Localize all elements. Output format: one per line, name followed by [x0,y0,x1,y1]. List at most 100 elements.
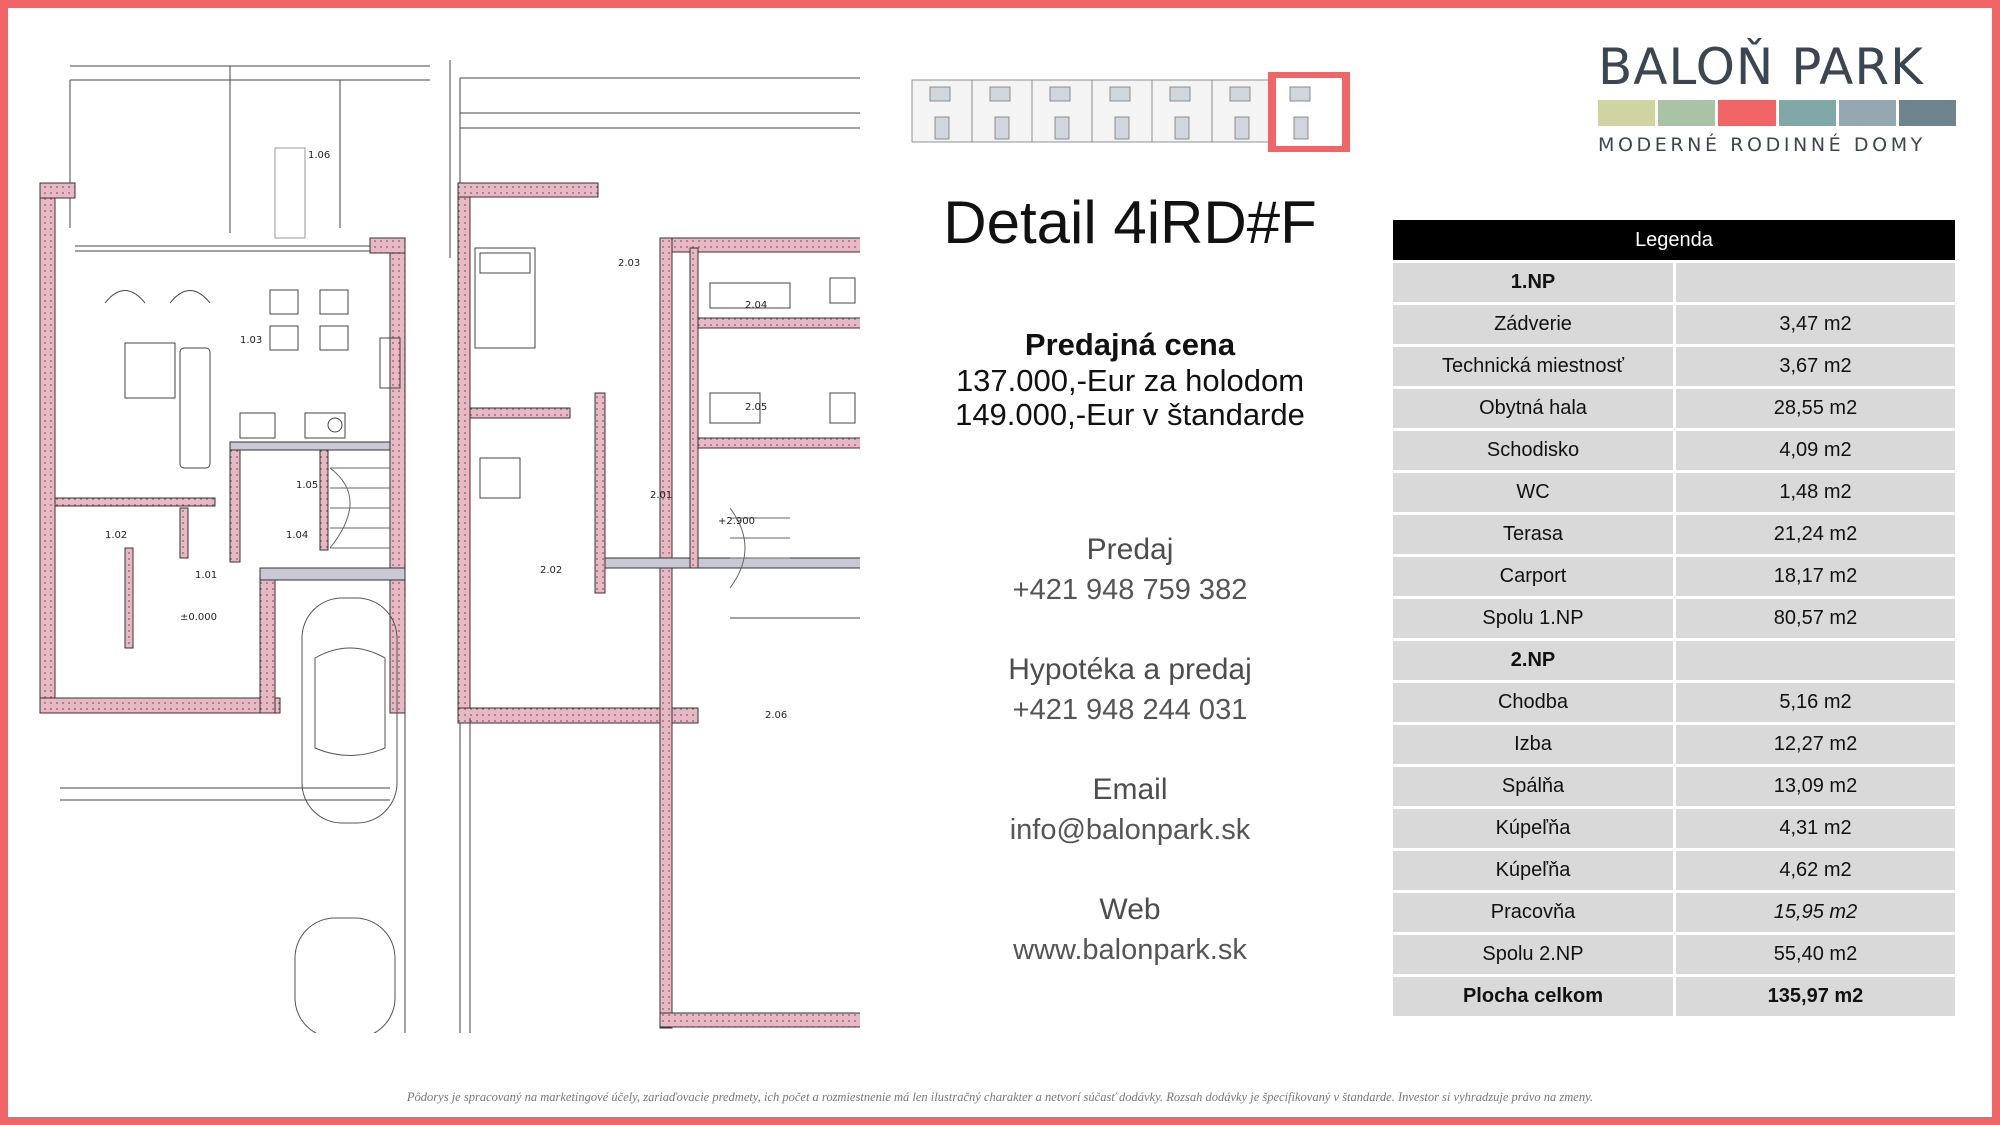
room-name: WC [1393,473,1676,512]
legend-row: Spolu 2.NP 55,40 m2 [1393,935,1955,974]
logo-bar-segment [1838,100,1896,126]
legend-row: Technická miestnosť 3,67 m2 [1393,347,1955,386]
room-area: 5,16 m2 [1676,683,1955,722]
house-row-elevation [910,72,1350,152]
room-area [1676,641,1955,680]
floor-plan-drawing: 1.06 1.03 1.05 1.04 1.02 1.01 ±0.000 2.0… [39,60,860,1033]
contact-mortgage: Hypotéka a predaj +421 948 244 031 [880,650,1380,730]
area-legend: Legenda 1.NP Zádverie 3,47 m2 Technická mie… [1393,217,1955,1019]
room-label-2-01: 2.01 [650,490,672,501]
legend-row: Chodba 5,16 m2 [1393,683,1955,722]
room-label-1-03: 1.03 [240,335,262,346]
level-label-upper: +2.900 [718,516,755,527]
room-area: 21,24 m2 [1676,515,1955,554]
room-label-1-06: 1.06 [308,150,330,161]
room-area: 12,27 m2 [1676,725,1955,764]
room-label-1-05: 1.05 [296,480,318,491]
contact-label: Hypotéka a predaj [1008,653,1252,686]
room-name: Spolu 1.NP [1393,599,1676,638]
room-name: Plocha celkom [1393,977,1676,1016]
room-area: 18,17 m2 [1676,557,1955,596]
legend-row: Pracovňa 15,95 m2 [1393,893,1955,932]
room-label-2-03: 2.03 [618,258,640,269]
room-name: Carport [1393,557,1676,596]
elevation-drawing [911,72,1350,152]
logo-bar-segment [1658,100,1716,126]
contact-label: Email [1092,773,1168,806]
contact-email: Email info@balonpark.sk [880,770,1380,850]
mortgage-phone-link[interactable]: +421 948 244 031 [880,690,1380,730]
legend-header-row: Legenda [1393,220,1955,260]
legend-row: Spolu 1.NP 80,57 m2 [1393,599,1955,638]
room-label-1-02: 1.02 [105,530,127,541]
room-name: Technická miestnosť [1393,347,1676,386]
highlighted-unit-frame [1268,72,1350,152]
legend-row: Spálňa 13,09 m2 [1393,767,1955,806]
legend-row: WC 1,48 m2 [1393,473,1955,512]
price-label: Predajná cena [1024,327,1236,362]
balon-park-logo: BALOŇ PARK MODERNÉ RODINNÉ DOMY [1598,38,1957,156]
legend-table: Legenda 1.NP Zádverie 3,47 m2 Technická mie… [1393,217,1955,1019]
room-area: 4,09 m2 [1676,431,1955,470]
room-area: 15,95 m2 [1676,893,1955,932]
room-area: 3,67 m2 [1676,347,1955,386]
legend-row: Carport 18,17 m2 [1393,557,1955,596]
level-label-ground: ±0.000 [180,612,217,623]
room-name: Kúpeľňa [1393,809,1676,848]
logo-subtitle: MODERNÉ RODINNÉ DOMY [1598,134,1926,156]
legend-total-row: Plocha celkom 135,97 m2 [1393,977,1955,1016]
contact-label: Web [1099,893,1161,926]
legend-row: Schodisko 4,09 m2 [1393,431,1955,470]
room-name: Spálňa [1393,767,1676,806]
room-name: Schodisko [1393,431,1676,470]
room-label-1-01: 1.01 [195,570,217,581]
room-label-2-06: 2.06 [765,710,787,721]
room-area: 55,40 m2 [1676,935,1955,974]
upper-floor-plan [457,77,860,1033]
contact-sales: Predaj +421 948 759 382 [880,530,1380,610]
web-link[interactable]: www.balonpark.sk [880,930,1380,970]
room-label-2-05: 2.05 [745,402,767,413]
room-area: 1,48 m2 [1676,473,1955,512]
logo-bar-segment [1718,100,1776,126]
unit-info: Detail 4iRD#F Predajná cena 137.000,-Eur… [880,180,1380,970]
room-label-1-04: 1.04 [286,530,308,541]
room-name: Pracovňa [1393,893,1676,932]
room-name: Terasa [1393,515,1676,554]
logo-bar-segment [1778,100,1836,126]
logo-bar-segment [1898,100,1957,126]
room-name: 1.NP [1393,263,1676,302]
sales-phone-link[interactable]: +421 948 759 382 [880,570,1380,610]
legend-header: Legenda [1393,220,1955,260]
logo-color-bar [1598,100,1957,126]
room-area: 4,62 m2 [1676,851,1955,890]
price-standard: 149.000,-Eur v štandarde [955,397,1305,432]
logo-bar-segment [1598,100,1656,126]
room-area: 3,47 m2 [1676,305,1955,344]
email-link[interactable]: info@balonpark.sk [880,810,1380,850]
logo-wordmark: BALOŇ PARK [1598,38,1924,96]
legend-row: Kúpeľňa 4,31 m2 [1393,809,1955,848]
legend-row: Terasa 21,24 m2 [1393,515,1955,554]
legend-row: Zádverie 3,47 m2 [1393,305,1955,344]
legend-row: Izba 12,27 m2 [1393,725,1955,764]
room-area [1676,263,1955,302]
legend-section-row: 1.NP [1393,263,1955,302]
room-label-2-04: 2.04 [745,300,767,311]
room-name: Kúpeľňa [1393,851,1676,890]
room-name: Obytná hala [1393,389,1676,428]
room-area: 80,57 m2 [1676,599,1955,638]
page-title: Detail 4iRD#F [943,189,1317,256]
disclaimer-footnote: Pôdorys je spracovaný na marketingové úč… [406,1090,1594,1104]
room-area: 13,09 m2 [1676,767,1955,806]
legend-section-row: 2.NP [1393,641,1955,680]
price-shell: 137.000,-Eur za holodom [955,363,1305,398]
room-name: 2.NP [1393,641,1676,680]
room-label-2-02: 2.02 [540,565,562,576]
ground-floor-plan [39,60,451,1033]
room-area: 135,97 m2 [1676,977,1955,1016]
legend-row: Obytná hala 28,55 m2 [1393,389,1955,428]
contact-web: Web www.balonpark.sk [880,890,1380,970]
legend-row: Kúpeľňa 4,62 m2 [1393,851,1955,890]
room-name: Izba [1393,725,1676,764]
